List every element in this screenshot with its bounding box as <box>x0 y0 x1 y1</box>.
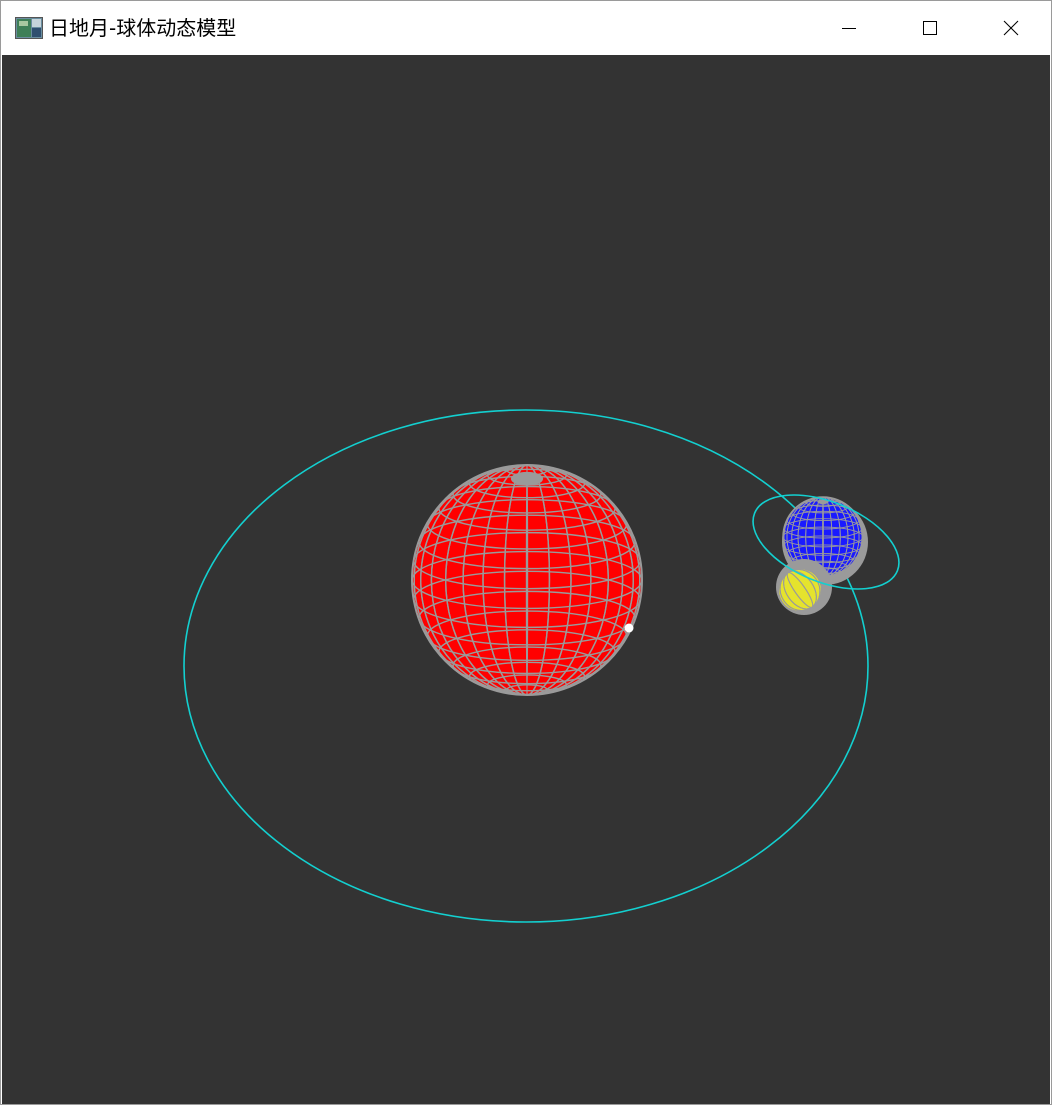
minimize-icon <box>841 20 857 36</box>
close-button[interactable] <box>971 1 1051 55</box>
scene-canvas[interactable] <box>2 55 1050 1104</box>
minimize-button[interactable] <box>809 1 889 55</box>
title-bar[interactable]: 日地月-球体动态模型 <box>1 1 1051 55</box>
sun-wireframe <box>412 465 642 695</box>
sun-pole-cap <box>510 471 544 486</box>
maximize-icon <box>922 20 938 36</box>
maximize-button[interactable] <box>890 1 970 55</box>
close-icon <box>1003 20 1019 36</box>
render-viewport[interactable] <box>2 55 1050 1104</box>
app-window: 日地月-球体动态模型 <box>0 0 1052 1105</box>
window-title: 日地月-球体动态模型 <box>49 16 237 40</box>
opengl-window-icon <box>15 17 43 39</box>
sun-sphere <box>411 464 643 696</box>
sun-marker-dot <box>624 623 634 633</box>
